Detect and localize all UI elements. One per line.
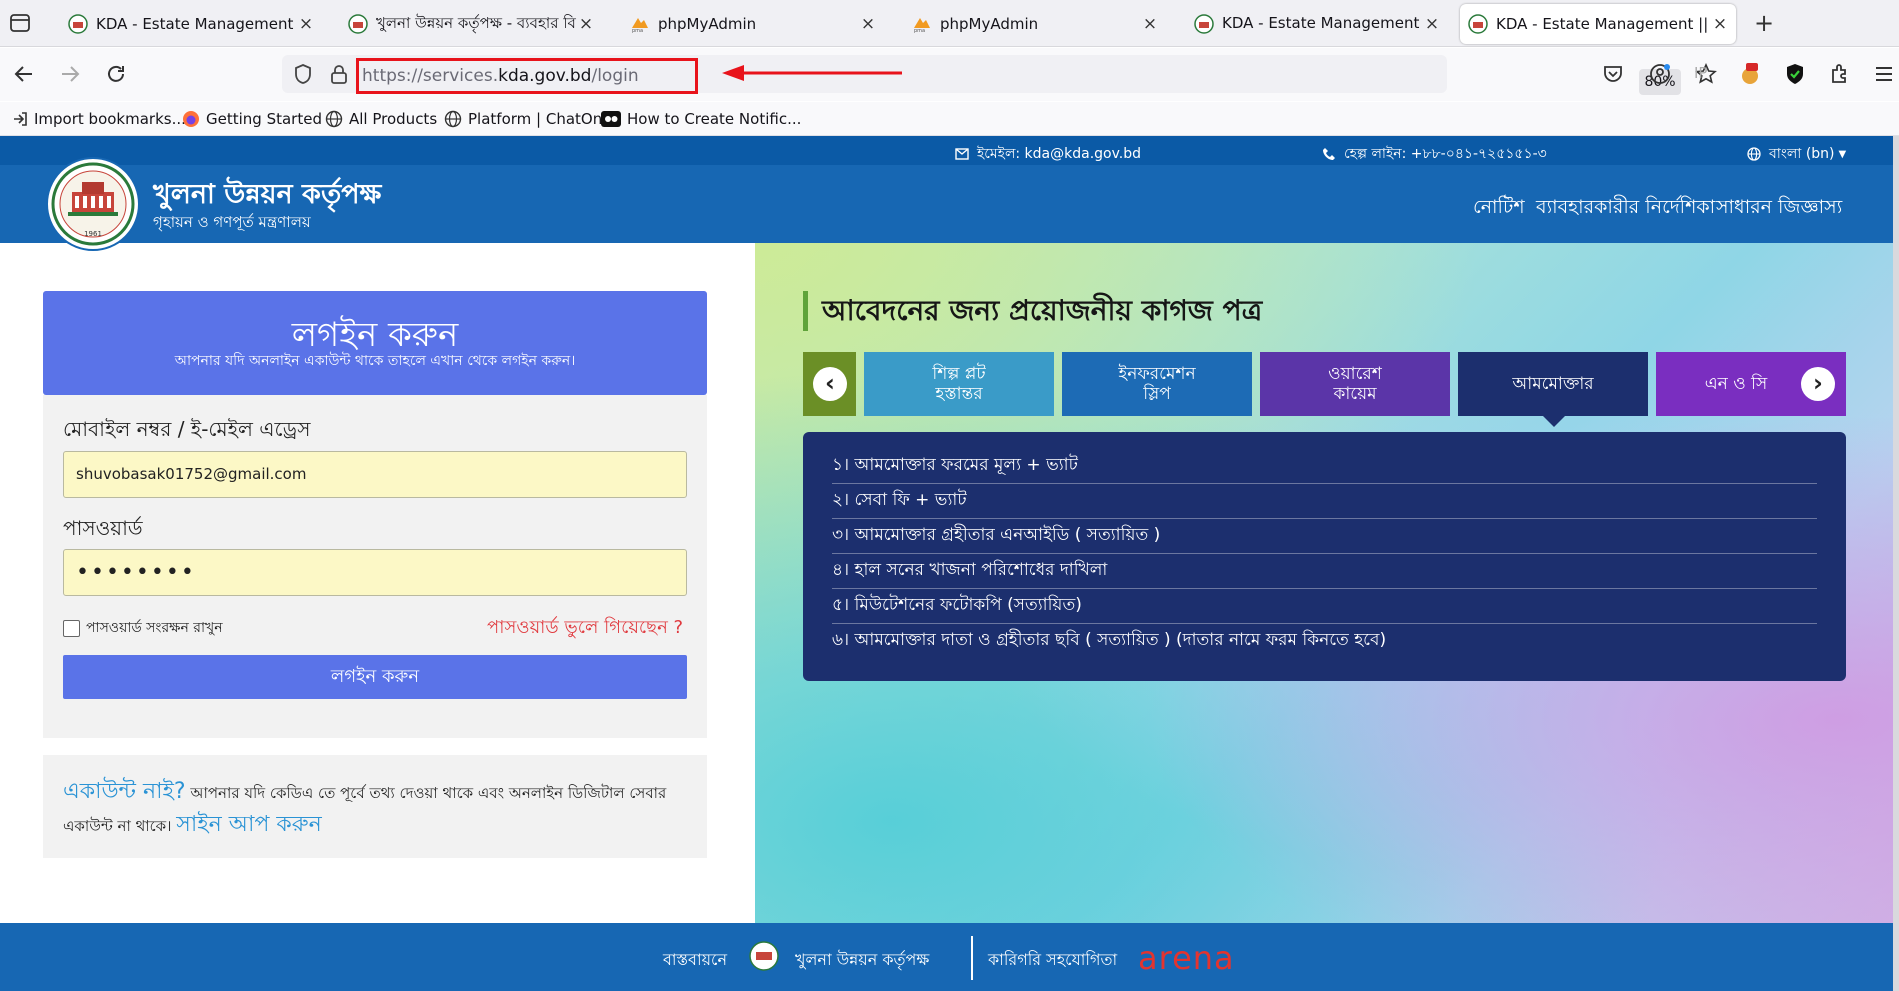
signup-line-2: একাউন্ট না থাকে। সাইন আপ করুন: [63, 812, 322, 837]
pocket-icon[interactable]: [1601, 62, 1625, 86]
doc-card-information-slip[interactable]: ইনফরমেশন স্লিপ: [1062, 352, 1252, 416]
browser-navbar: 80% IP: [0, 48, 1899, 101]
menu-icon[interactable]: [1872, 62, 1896, 86]
globe-icon: [325, 110, 343, 128]
doc-card-power-of-attorney[interactable]: আমমোক্তার: [1458, 352, 1648, 427]
kda-logo-icon: [749, 941, 779, 971]
site-top-info-bar: ইমেইল: kda@kda.gov.bd হেল্প লাইন: +৮৮-০৪…: [0, 136, 1893, 165]
password-field[interactable]: ••••••••: [63, 549, 687, 596]
close-tab-icon[interactable]: ×: [1142, 14, 1158, 34]
bookmark-import[interactable]: Import bookmarks...: [12, 109, 186, 129]
bookmark-platform-chaton[interactable]: Platform | ChatOn: [444, 109, 602, 129]
no-account-link[interactable]: একাউন্ট নাই?: [63, 779, 186, 804]
arena-logo[interactable]: arena: [1138, 939, 1235, 977]
browser-tab[interactable]: pma phpMyAdmin ×: [904, 4, 1166, 44]
documents-title: আবেদনের জন্য প্রয়োজনীয় কাগজ পত্র: [803, 291, 1262, 331]
mobile-email-field[interactable]: shuvobasak01752@gmail.com: [63, 451, 687, 498]
language-selector[interactable]: বাংলা (bn) ▼: [1747, 142, 1846, 166]
chevron-down-icon: ▼: [1838, 148, 1847, 160]
svg-text:pma: pma: [914, 28, 925, 34]
doc-card-industrial-plot[interactable]: শিল্প প্লট হস্তান্তর: [864, 352, 1054, 416]
account-icon[interactable]: [1648, 62, 1672, 86]
footer-tech-support: কারিগরি সহযোগিতা: [988, 950, 1118, 969]
phpmyadmin-icon: pma: [914, 18, 930, 34]
slider-prev-button[interactable]: ‹: [813, 367, 847, 401]
import-icon: [14, 112, 27, 126]
new-tab-button[interactable]: +: [1754, 11, 1774, 35]
kda-logo-icon: [1468, 14, 1488, 34]
close-tab-icon[interactable]: ×: [298, 14, 314, 34]
login-subheading: আপনার যদি অনলাইন একাউন্ট থাকে তাহলে এখান…: [174, 353, 576, 369]
browser-tab-strip: KDA - Estate Management || Lo × খুলনা উন…: [0, 0, 1899, 47]
page-scrollbar[interactable]: [1893, 136, 1899, 991]
tab-list-icon[interactable]: [8, 12, 32, 34]
phone-icon: [1323, 148, 1335, 160]
list-item: ৫। মিউটেশনের ফটোকপি (সত্যায়িত): [832, 589, 1817, 624]
list-item: ৬। আমমোক্তার দাতা ও গ্রহীতার ছবি ( সত্যা…: [832, 630, 1387, 650]
contact-email[interactable]: ইমেইল: kda@kda.gov.bd: [955, 142, 1141, 166]
browser-tab-active[interactable]: KDA - Estate Management || Lo ×: [1460, 4, 1736, 44]
list-item: ৩। আমমোক্তার গ্রহীতার এনআইডি ( সত্যায়িত…: [832, 519, 1817, 554]
close-tab-icon[interactable]: ×: [860, 14, 876, 34]
close-tab-icon[interactable]: ×: [1424, 14, 1440, 34]
lock-icon[interactable]: [329, 63, 349, 85]
svg-text:pma: pma: [632, 28, 643, 34]
list-item: ৪। হাল সনের খাজনা পরিশোধের দাখিলা: [832, 554, 1817, 589]
firefox-icon: [183, 111, 199, 127]
remember-password[interactable]: পাসওয়ার্ড সংরক্ষন রাখুন: [63, 616, 223, 640]
kda-logo-icon: [1194, 14, 1214, 34]
nav-notice[interactable]: নোটিশ: [1473, 193, 1525, 225]
bookmark-all-products[interactable]: All Products: [325, 109, 437, 129]
annotation-arrow-icon: [722, 65, 902, 81]
kda-logo[interactable]: 1961: [46, 152, 140, 256]
reload-icon[interactable]: [104, 62, 128, 86]
footer-divider: [971, 936, 973, 980]
doc-card-inheritance[interactable]: ওয়ারেশ কায়েম: [1260, 352, 1450, 416]
signup-link[interactable]: সাইন আপ করুন: [176, 812, 321, 837]
remember-label: পাসওয়ার্ড সংরক্ষন রাখুন: [86, 620, 223, 636]
forgot-password-link[interactable]: পাসওয়ার্ড ভুলে গিয়েছেন ?: [487, 613, 683, 644]
login-header: লগইন করুন আপনার যদি অনলাইন একাউন্ট থাকে …: [43, 291, 707, 395]
kda-logo-icon: [348, 14, 368, 34]
footer-implemented-by: বাস্তবায়নে: [663, 950, 728, 969]
password-label: পাসওয়ার্ড: [63, 516, 143, 540]
bookmark-notification[interactable]: How to Create Notific...: [601, 109, 801, 129]
site-subtitle: গৃহায়ন ও গণপূর্ত মন্ত্রণালয়: [153, 213, 311, 231]
video-icon: [601, 111, 621, 127]
signup-line-1: একাউন্ট নাই? আপনার যদি কেডিএ তে পূর্বে ত…: [63, 779, 667, 804]
globe-icon: [1747, 147, 1761, 161]
back-icon[interactable]: [12, 62, 36, 86]
contact-hotline[interactable]: হেল্প লাইন: +৮৮-০৪১-৭২৫১৫১-৩: [1322, 142, 1547, 166]
login-button[interactable]: লগইন করুন: [63, 655, 687, 699]
browser-tab[interactable]: KDA - Estate Management || হ ×: [1186, 4, 1448, 44]
site-footer: বাস্তবায়নে খুলনা উন্নয়ন কর্তৃপক্ষ কারি…: [0, 923, 1893, 991]
extension-badge-icon[interactable]: [1738, 62, 1762, 86]
nav-faq[interactable]: সাধারন জিজ্ঞাস্য: [1716, 193, 1842, 225]
list-item: ২। সেবা ফি + ভ্যাট: [832, 484, 1817, 519]
url-highlight-annotation: [356, 58, 698, 94]
globe-icon: [444, 110, 462, 128]
browser-tab[interactable]: pma phpMyAdmin ×: [622, 4, 884, 44]
mobile-email-label: মোবাইল নম্বর / ই-মেইল এড্রেস: [63, 417, 311, 441]
close-tab-icon[interactable]: ×: [1712, 14, 1728, 34]
mail-icon: [955, 148, 969, 160]
list-item: ১। আমমোক্তার ফরমের মূল্য + ভ্যাট: [832, 449, 1817, 484]
extensions-icon[interactable]: [1828, 62, 1852, 86]
logo-year: 1961: [84, 230, 102, 238]
adblock-shield-icon[interactable]: [1783, 62, 1807, 86]
browser-tab[interactable]: KDA - Estate Management || Lo ×: [60, 4, 322, 44]
nav-user-guide[interactable]: ব্যাবহারকারীর নির্দেশিকা: [1536, 193, 1715, 225]
phpmyadmin-icon: pma: [632, 18, 648, 34]
close-tab-icon[interactable]: ×: [578, 14, 594, 34]
footer-org[interactable]: খুলনা উন্নয়ন কর্তৃপক্ষ: [795, 947, 929, 974]
bookmark-getting-started[interactable]: Getting Started: [182, 109, 322, 129]
slider-next-button[interactable]: ›: [1801, 367, 1835, 401]
forward-icon[interactable]: [58, 62, 82, 86]
kda-logo-icon: [68, 14, 88, 34]
browser-tab[interactable]: খুলনা উন্নয়ন কর্তৃপক্ষ - ব্যবহার বি ×: [340, 4, 602, 44]
bookmarks-bar: Import bookmarks... Getting Started All …: [0, 102, 1899, 136]
shield-icon[interactable]: [292, 63, 314, 85]
ip-extension-icon[interactable]: IP: [1694, 64, 1718, 88]
remember-checkbox[interactable]: [63, 619, 80, 637]
